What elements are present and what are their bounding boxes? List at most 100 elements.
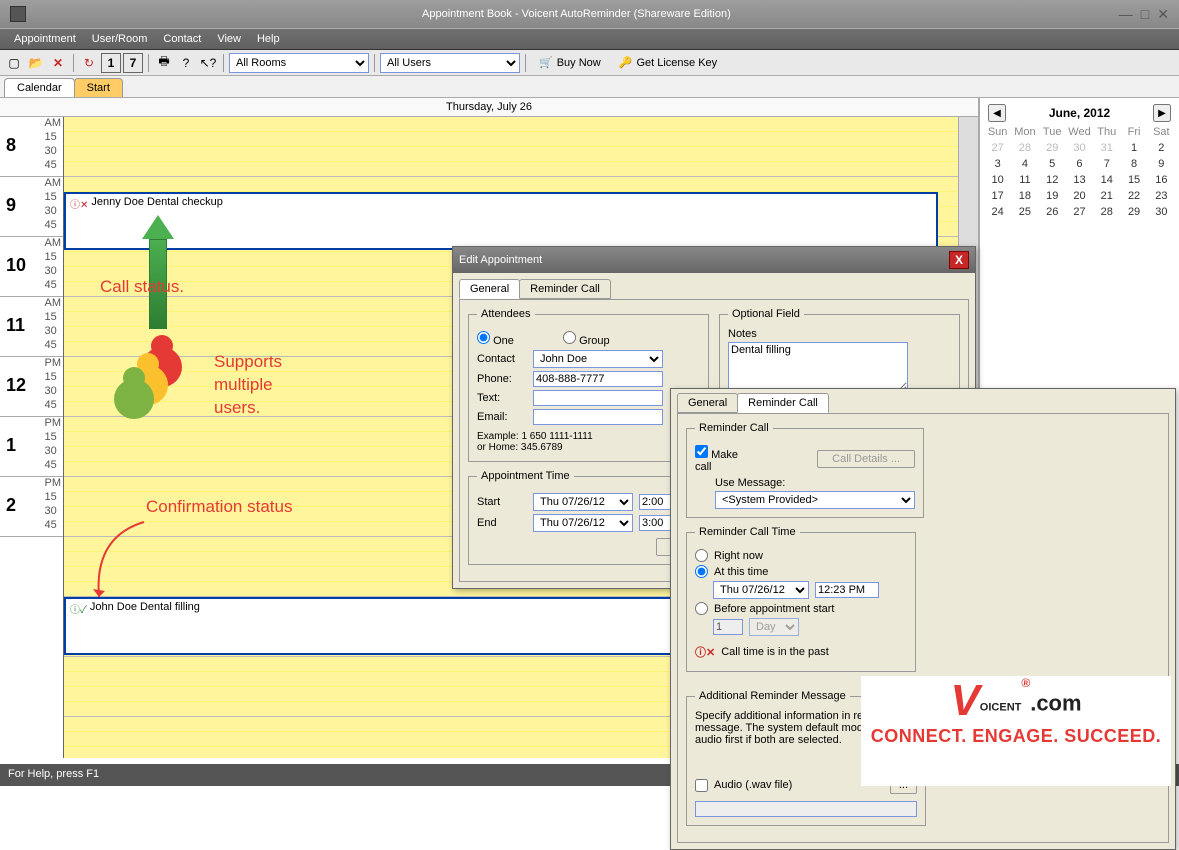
notes-label: Notes [728, 328, 951, 340]
cal-day[interactable]: 10 [984, 172, 1011, 188]
menu-contact[interactable]: Contact [155, 33, 209, 45]
phone-example: Example: 1 650 1111-1111 or Home: 345.67… [477, 431, 700, 453]
dialog-close-icon[interactable]: X [949, 251, 969, 269]
get-license-button[interactable]: 🔑Get License Key [611, 53, 725, 73]
use-message-select[interactable]: <System Provided> [715, 491, 915, 509]
annotation-confirmation-status: Confirmation status [146, 497, 292, 517]
cal-day[interactable]: 19 [1039, 188, 1066, 204]
cal-day[interactable]: 22 [1120, 188, 1147, 204]
users-select[interactable]: All Users [380, 53, 520, 73]
cal-day[interactable]: 5 [1039, 156, 1066, 172]
help-icon[interactable]: ? [176, 53, 196, 73]
radio-one[interactable] [477, 331, 490, 344]
cal-day[interactable]: 27 [1066, 204, 1093, 220]
cal-day[interactable]: 16 [1148, 172, 1175, 188]
cal-day[interactable]: 26 [1039, 204, 1066, 220]
cal-day[interactable]: 9 [1148, 156, 1175, 172]
cal-day[interactable]: 30 [1148, 204, 1175, 220]
notes-field[interactable]: Dental filling [728, 342, 908, 392]
annotation-supports-line2: multiple [214, 375, 273, 395]
fieldset-addl-msg: Additional Reminder Message [695, 690, 850, 702]
cal-day[interactable]: 23 [1148, 188, 1175, 204]
close-button[interactable]: ✕ [1157, 6, 1169, 23]
audio-checkbox[interactable] [695, 779, 708, 792]
cal-day[interactable]: 25 [1011, 204, 1038, 220]
email-field[interactable] [533, 409, 663, 425]
start-date-select[interactable]: Thu 07/26/12 [533, 493, 633, 511]
refresh-icon[interactable]: ↻ [79, 53, 99, 73]
rct-time-field[interactable] [815, 582, 879, 598]
cal-day[interactable]: 11 [1011, 172, 1038, 188]
warning-text: Call time is in the past [721, 646, 829, 658]
annotation-people-icon [114, 347, 204, 417]
end-date-select[interactable]: Thu 07/26/12 [533, 514, 633, 532]
cal-day[interactable]: 21 [1093, 188, 1120, 204]
radio-at-this-time[interactable] [695, 565, 708, 578]
cal-day[interactable]: 14 [1093, 172, 1120, 188]
cal-day[interactable]: 24 [984, 204, 1011, 220]
cal-day[interactable]: 3 [984, 156, 1011, 172]
rooms-select[interactable]: All Rooms [229, 53, 369, 73]
call-status-icon: ⓘ✕ [70, 196, 88, 211]
day-view-icon[interactable]: 1 [101, 53, 121, 73]
cal-day[interactable]: 28 [1093, 204, 1120, 220]
cal-day[interactable]: 20 [1066, 188, 1093, 204]
menu-help[interactable]: Help [249, 33, 288, 45]
tab-reminder-call[interactable]: Reminder Call [519, 279, 611, 299]
buy-now-button[interactable]: 🛒Buy Now [531, 53, 609, 73]
dialog-title: Edit Appointment [459, 254, 542, 266]
cal-day[interactable]: 13 [1066, 172, 1093, 188]
minimize-button[interactable]: — [1119, 6, 1133, 23]
week-view-icon[interactable]: 7 [123, 53, 143, 73]
cal-prev-button[interactable]: ◀ [988, 104, 1006, 122]
cal-day[interactable]: 29 [1120, 204, 1147, 220]
maximize-button[interactable]: □ [1141, 6, 1149, 23]
dialog-titlebar[interactable]: Edit Appointment X [453, 247, 975, 273]
cal-next-button[interactable]: ▶ [1153, 104, 1171, 122]
before-unit-select: Day [749, 618, 799, 636]
date-header: Thursday, July 26 [0, 98, 978, 117]
cal-day[interactable]: 7 [1093, 156, 1120, 172]
cal-day[interactable]: 15 [1120, 172, 1147, 188]
contact-select[interactable]: John Doe [533, 350, 663, 368]
menu-view[interactable]: View [209, 33, 249, 45]
tab-reminder-call-2[interactable]: Reminder Call [737, 393, 829, 413]
tab-start[interactable]: Start [74, 78, 123, 97]
cal-day[interactable]: 30 [1066, 140, 1093, 156]
annotation-call-status: Call status. [100, 277, 184, 297]
print-icon[interactable]: 🖶 [154, 53, 174, 73]
cal-day[interactable]: 31 [1093, 140, 1120, 156]
window-title: Appointment Book - Voicent AutoReminder … [34, 8, 1119, 20]
voicent-logo: VOICENT®.com CONNECT. ENGAGE. SUCCEED. [861, 676, 1171, 786]
appointment-item[interactable]: ⓘ✕ Jenny Doe Dental checkup [64, 192, 938, 250]
cal-day[interactable]: 17 [984, 188, 1011, 204]
menu-user-room[interactable]: User/Room [84, 33, 156, 45]
whatsthis-icon[interactable]: ↖? [198, 53, 218, 73]
cal-day[interactable]: 6 [1066, 156, 1093, 172]
radio-before-start[interactable] [695, 602, 708, 615]
tab-general[interactable]: General [459, 279, 520, 299]
tab-general-2[interactable]: General [677, 393, 738, 413]
delete-icon[interactable]: ✕ [48, 53, 68, 73]
cal-day[interactable]: 12 [1039, 172, 1066, 188]
cal-day[interactable]: 2 [1148, 140, 1175, 156]
cal-day[interactable]: 1 [1120, 140, 1147, 156]
call-details-button[interactable]: Call Details ... [817, 450, 915, 468]
make-call-checkbox[interactable] [695, 445, 708, 458]
cal-day[interactable]: 18 [1011, 188, 1038, 204]
cal-day[interactable]: 27 [984, 140, 1011, 156]
menu-appointment[interactable]: Appointment [6, 33, 84, 45]
phone-field[interactable] [533, 371, 663, 387]
annotation-supports-line1: Supports [214, 352, 282, 372]
radio-right-now[interactable] [695, 549, 708, 562]
new-icon[interactable]: ▢ [4, 53, 24, 73]
cal-day[interactable]: 8 [1120, 156, 1147, 172]
tab-calendar[interactable]: Calendar [4, 78, 75, 97]
rct-date-select[interactable]: Thu 07/26/12 [713, 581, 809, 599]
text-field[interactable] [533, 390, 663, 406]
radio-group[interactable] [563, 331, 576, 344]
cal-day[interactable]: 4 [1011, 156, 1038, 172]
cal-day[interactable]: 29 [1039, 140, 1066, 156]
open-icon[interactable]: 📂 [26, 53, 46, 73]
cal-day[interactable]: 28 [1011, 140, 1038, 156]
